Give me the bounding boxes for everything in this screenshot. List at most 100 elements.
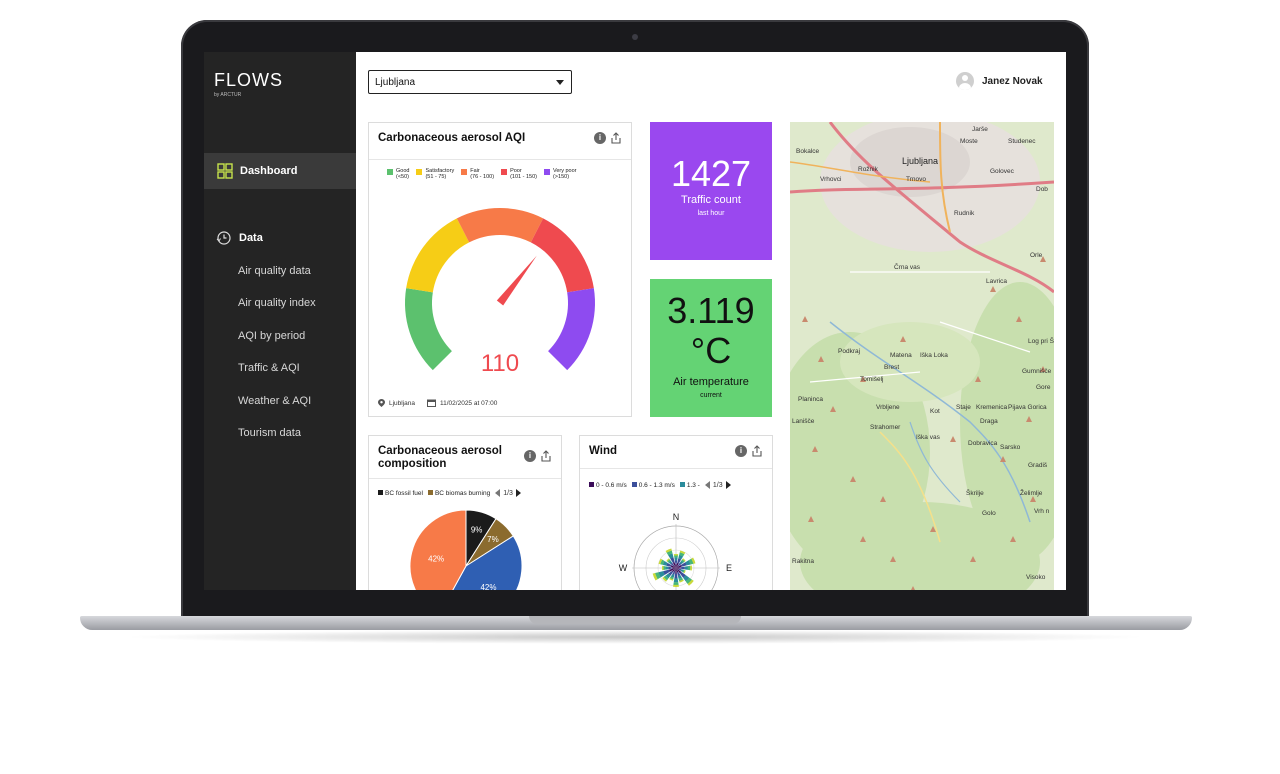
wind-east-label: E bbox=[726, 563, 732, 573]
location-text: Ljubljana bbox=[389, 399, 416, 407]
card-divider bbox=[580, 468, 772, 469]
pager-text: 1/3 bbox=[712, 481, 723, 489]
map-place-label: Bokalce bbox=[796, 148, 820, 155]
webcam-dot bbox=[632, 34, 638, 40]
map-place-label: Gumnišče bbox=[1022, 368, 1052, 375]
gauge-segment-2 bbox=[456, 208, 544, 243]
sidebar-item-label: Dashboard bbox=[240, 165, 298, 177]
info-icon[interactable]: i bbox=[735, 445, 747, 457]
map-place-label: Golo bbox=[982, 510, 996, 517]
map-place-label: Iška Loka bbox=[920, 352, 948, 359]
history-clock-icon bbox=[216, 231, 231, 245]
location-pin-icon bbox=[378, 399, 385, 407]
map-place-label: Staje bbox=[956, 404, 971, 411]
timestamp-footer: 11/02/2025 at 07:00 bbox=[427, 399, 497, 407]
legend-item[interactable]: Fair (76 - 100) bbox=[461, 168, 494, 180]
calendar-icon bbox=[427, 399, 436, 407]
chevron-down-icon bbox=[556, 80, 564, 85]
traffic-count-label: Traffic count bbox=[681, 194, 741, 206]
laptop-shadow bbox=[120, 630, 1150, 644]
map-place-label: Sarsko bbox=[1000, 444, 1021, 451]
map-place-label: Matena bbox=[890, 352, 912, 359]
legend-swatch bbox=[543, 169, 550, 175]
sidebar: FLOWS by ARCTUR Dashboard Data Air quali… bbox=[204, 52, 356, 590]
next-page-icon[interactable] bbox=[725, 481, 731, 489]
legend-swatch bbox=[461, 169, 468, 175]
sidebar-subitem-aqi-by-period[interactable]: AQI by period bbox=[238, 330, 305, 342]
map-place-label: Planinca bbox=[798, 396, 823, 403]
card-title: Carbonaceous aerosol AQI bbox=[378, 132, 526, 144]
brand-subtitle: by ARCTUR bbox=[214, 92, 242, 98]
wind-petal bbox=[662, 565, 664, 571]
map-place-label: Strahomer bbox=[870, 424, 901, 431]
wind-petal bbox=[665, 566, 669, 570]
legend-item[interactable]: Very poor (>150) bbox=[543, 168, 577, 180]
card-actions: i bbox=[735, 445, 763, 457]
map-view[interactable]: Jarše Moste Studenec Bokalce Ljubljana Rožnik… bbox=[790, 122, 1054, 590]
legend-swatch bbox=[416, 169, 423, 175]
map-place-label: Vrh n bbox=[1034, 508, 1050, 515]
legend-pager: 1/3 bbox=[704, 481, 731, 489]
wind-petal bbox=[684, 566, 688, 570]
share-icon[interactable] bbox=[540, 450, 552, 462]
legend-item[interactable]: 0.6 - 1.3 m/s bbox=[631, 481, 675, 489]
wind-petal bbox=[673, 554, 679, 556]
legend-item[interactable]: Poor (101 - 150) bbox=[501, 168, 537, 180]
map-place-label: Brest bbox=[884, 364, 900, 371]
sidebar-item-dashboard[interactable]: Dashboard bbox=[204, 153, 356, 189]
traffic-count-card: 1427 Traffic count last hour bbox=[650, 122, 772, 260]
share-icon[interactable] bbox=[751, 445, 763, 457]
user-menu[interactable]: Janez Novak bbox=[956, 72, 1043, 90]
sidebar-subitem-tourism-data[interactable]: Tourism data bbox=[238, 427, 301, 439]
sidebar-item-data[interactable]: Data bbox=[204, 227, 356, 249]
legend-text: Fair (76 - 100) bbox=[470, 168, 495, 180]
wind-petal bbox=[674, 555, 678, 558]
wind-petal bbox=[680, 566, 685, 570]
sidebar-subitem-air-quality-index[interactable]: Air quality index bbox=[238, 297, 316, 309]
aqi-gauge: 110 bbox=[405, 208, 595, 377]
sidebar-item-label: Data bbox=[239, 232, 263, 244]
map-place-label: Pijava Gorica bbox=[1008, 404, 1047, 411]
card-actions: i bbox=[594, 132, 622, 144]
city-select-value: Ljubljana bbox=[375, 77, 416, 88]
map-place-label: Iška vas bbox=[916, 434, 940, 441]
map-place-label: Ljubljana bbox=[902, 156, 939, 166]
legend-swatch bbox=[501, 169, 508, 175]
sidebar-subitem-air-quality-data[interactable]: Air quality data bbox=[238, 265, 311, 277]
pie-slice-label: 9% bbox=[471, 525, 483, 534]
map-place-label: Rudnik bbox=[954, 210, 975, 217]
legend-item[interactable]: Satisfactory (51 - 75) bbox=[416, 168, 454, 180]
map-place-label: Dob bbox=[1036, 186, 1048, 193]
timestamp-text: 11/02/2025 at 07:00 bbox=[440, 399, 498, 407]
legend-item[interactable]: 1.3 - bbox=[679, 481, 700, 489]
aqi-legend: Good (<50) Satisfactory (51 - 75) Fair (76 - … bbox=[387, 168, 577, 180]
pie-slice-label: 7% bbox=[487, 535, 499, 544]
legend-text: Poor (101 - 150) bbox=[510, 168, 537, 180]
map-place-label: Kremenica bbox=[976, 404, 1008, 411]
info-icon[interactable]: i bbox=[594, 132, 606, 144]
legend-item[interactable]: 0 - 0.6 m/s bbox=[589, 481, 627, 489]
wind-petal bbox=[674, 557, 678, 561]
pie-slice-label: 42% bbox=[428, 554, 444, 563]
map-place-label: Lanišče bbox=[792, 418, 815, 425]
location-footer: Ljubljana bbox=[378, 399, 415, 407]
brand-name: FLOWS bbox=[214, 70, 284, 90]
map-place-label: Log pri Š bbox=[1028, 338, 1054, 345]
legend-item[interactable]: Good (<50) bbox=[387, 168, 409, 180]
pie-slice-3[interactable] bbox=[409, 509, 467, 590]
gauge-segment-4 bbox=[548, 288, 595, 371]
card-actions: i bbox=[524, 450, 552, 462]
info-icon[interactable]: i bbox=[524, 450, 536, 462]
share-icon[interactable] bbox=[610, 132, 622, 144]
map-place-label: Podkraj bbox=[838, 348, 861, 355]
card-title: Wind bbox=[589, 445, 617, 457]
brand-logo[interactable]: FLOWS by ARCTUR bbox=[214, 70, 283, 98]
temperature-sub: current bbox=[700, 392, 722, 399]
sidebar-subitem-weather-aqi[interactable]: Weather & AQI bbox=[238, 395, 311, 407]
prev-page-icon[interactable] bbox=[704, 481, 710, 489]
wind-card: Wind i 0 - 0.6 m/s 0.6 - 1.3 m/s 1.3 - 1… bbox=[579, 435, 773, 590]
sidebar-subitem-traffic-aqi[interactable]: Traffic & AQI bbox=[238, 362, 300, 374]
wind-petal bbox=[690, 565, 692, 571]
city-select[interactable]: Ljubljana bbox=[368, 70, 572, 94]
traffic-count-sub: last hour bbox=[697, 210, 725, 217]
